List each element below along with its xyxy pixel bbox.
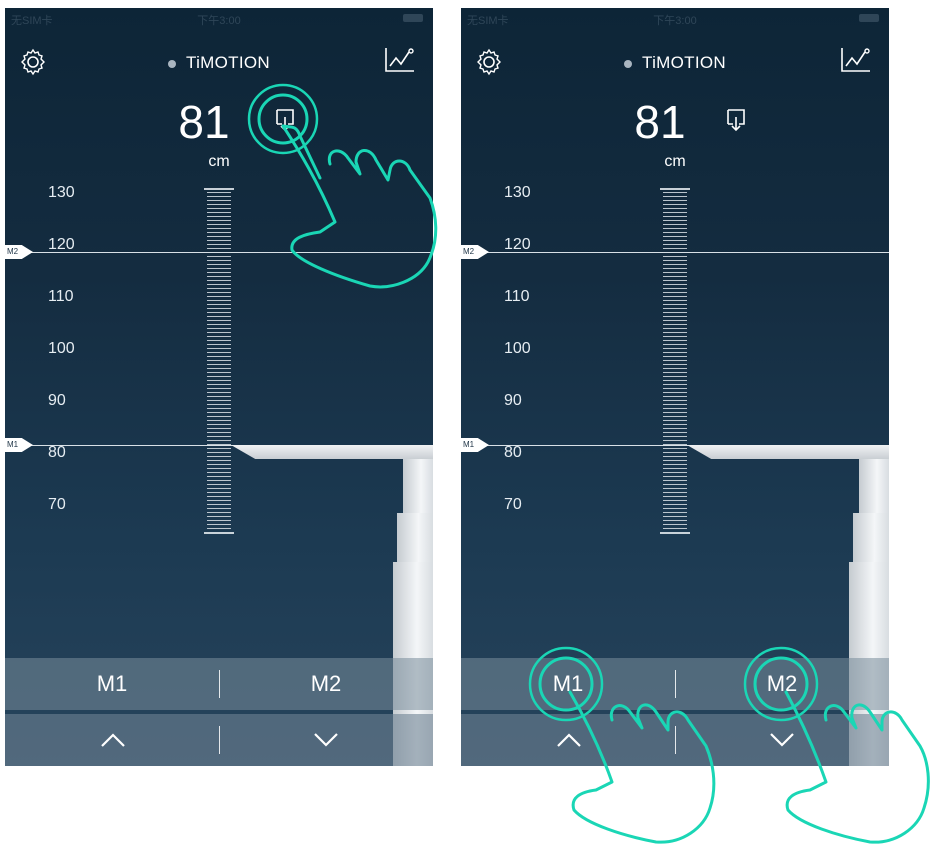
desk-leg-middle — [397, 513, 433, 565]
memory-bar: M1 M2 — [461, 658, 889, 710]
up-button[interactable] — [5, 714, 219, 766]
arrow-bar — [5, 714, 433, 766]
device-name: TiMOTION — [461, 53, 889, 73]
chevron-down-icon — [314, 733, 338, 747]
battery-icon — [859, 14, 879, 22]
m1-marker: M1 — [5, 438, 33, 452]
desk-top-illustration — [231, 445, 433, 459]
memory-bar: M1 M2 — [5, 658, 433, 710]
scale-label: 70 — [48, 496, 66, 513]
chevron-up-icon — [101, 733, 125, 747]
down-button[interactable] — [675, 714, 889, 766]
height-value: 81 — [634, 96, 686, 148]
height-display: 81 — [461, 96, 889, 148]
down-button[interactable] — [219, 714, 433, 766]
battery-icon — [403, 14, 423, 22]
m2-height-line — [5, 252, 433, 253]
m2-marker: M2 — [461, 245, 489, 259]
scale-label: 80 — [48, 444, 66, 461]
save-download-icon[interactable] — [725, 108, 747, 132]
scale-label: 110 — [504, 288, 530, 305]
memory-m1-button[interactable]: M1 — [461, 658, 675, 710]
bluetooth-icon — [624, 59, 633, 68]
status-bar: 无SIM卡 下午3:00 — [5, 8, 433, 28]
scale-label: 130 — [504, 184, 531, 201]
brand-label: TiMOTION — [186, 53, 270, 72]
desk-leg-middle — [853, 513, 889, 565]
memory-m2-button[interactable]: M2 — [675, 658, 889, 710]
scale-label: 80 — [504, 444, 522, 461]
m2-height-line — [461, 252, 889, 253]
scale-label: 110 — [48, 288, 74, 305]
scale-label: 100 — [504, 340, 531, 357]
scale-label: 130 — [48, 184, 75, 201]
memory-m1-button[interactable]: M1 — [5, 658, 219, 710]
brand-label: TiMOTION — [642, 53, 726, 72]
memory-m2-button[interactable]: M2 — [219, 658, 433, 710]
desk-leg-upper — [403, 459, 433, 519]
save-download-icon[interactable] — [274, 108, 296, 132]
height-value: 81 — [178, 96, 230, 148]
height-ruler[interactable] — [660, 188, 690, 534]
status-bar: 无SIM卡 下午3:00 — [461, 8, 889, 28]
chevron-up-icon — [557, 733, 581, 747]
scale-label: 100 — [48, 340, 75, 357]
status-time: 下午3:00 — [197, 15, 241, 27]
device-name: TiMOTION — [5, 53, 433, 73]
scale-label: 90 — [48, 392, 66, 409]
height-display: 81 — [5, 96, 433, 148]
desk-leg-upper — [859, 459, 889, 519]
scale-label: 90 — [504, 392, 522, 409]
bluetooth-icon — [168, 59, 177, 68]
m2-marker: M2 — [5, 245, 33, 259]
chevron-down-icon — [770, 733, 794, 747]
desk-top-illustration — [687, 445, 889, 459]
status-time: 下午3:00 — [653, 15, 697, 27]
height-unit: cm — [208, 153, 230, 170]
up-button[interactable] — [461, 714, 675, 766]
arrow-bar — [461, 714, 889, 766]
m1-marker: M1 — [461, 438, 489, 452]
scale-label: 70 — [504, 496, 522, 513]
phone-screen-right: 无SIM卡 下午3:00 TiMOTION 81 cm 130 120 110 … — [461, 8, 889, 766]
height-ruler[interactable] — [204, 188, 234, 534]
height-unit: cm — [664, 153, 686, 170]
phone-screen-left: 无SIM卡 下午3:00 TiMOTION 81 cm 130 120 110 … — [5, 8, 433, 766]
